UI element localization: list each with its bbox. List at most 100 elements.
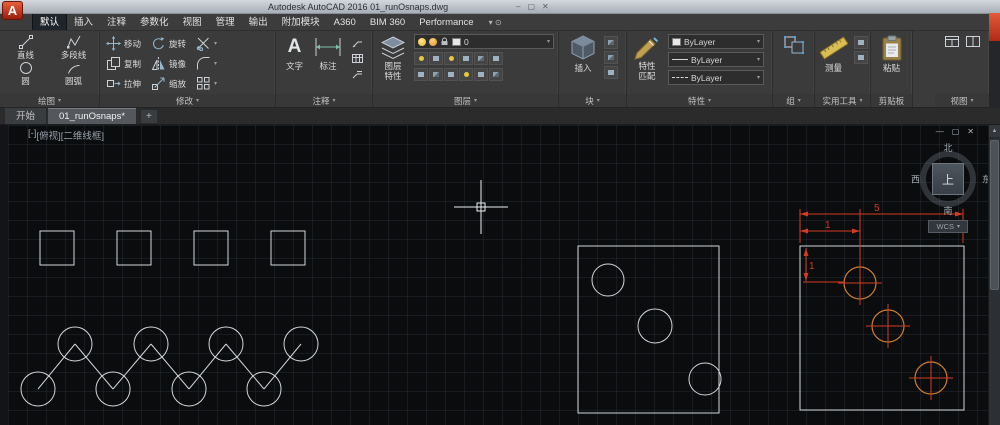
create-block-icon[interactable] bbox=[604, 51, 618, 64]
layer-properties-button[interactable]: 图层特性 bbox=[377, 34, 409, 83]
layer-state-icon[interactable] bbox=[489, 52, 503, 65]
scale-tool[interactable]: 缩放 bbox=[149, 74, 188, 93]
autocad-logo-icon[interactable]: A bbox=[2, 1, 23, 20]
trim-tool[interactable]: ▾ bbox=[194, 34, 219, 53]
layer-state-icon[interactable] bbox=[459, 68, 473, 81]
panel-groups-dropdown[interactable]: 组▾ bbox=[773, 94, 814, 107]
match-properties-icon bbox=[633, 35, 661, 61]
lineweight-sample bbox=[672, 59, 688, 60]
layer-select[interactable]: 0 ▾ bbox=[414, 34, 554, 49]
viewport-visual-style-control[interactable]: [二维线框] bbox=[61, 128, 104, 142]
layer-state-icon[interactable] bbox=[429, 68, 443, 81]
fillet-tool[interactable]: ▾ bbox=[194, 54, 219, 73]
measure-button[interactable]: 测量 bbox=[818, 34, 850, 75]
panel-block-dropdown[interactable]: 块▾ bbox=[559, 94, 626, 107]
file-tab-start[interactable]: 开始 bbox=[5, 106, 46, 124]
block-attributes-icon[interactable] bbox=[604, 66, 618, 79]
viewcube-north-label[interactable]: 北 bbox=[943, 141, 952, 154]
file-tab-document[interactable]: 01_runOsnaps* bbox=[48, 108, 136, 124]
mirror-tool[interactable]: 镜像 bbox=[149, 54, 188, 73]
quick-select-icon[interactable] bbox=[854, 36, 868, 49]
tab-parametric[interactable]: 参数化 bbox=[133, 12, 176, 30]
layer-state-icon[interactable] bbox=[474, 68, 488, 81]
insert-block-icon bbox=[569, 35, 597, 61]
tab-annotate[interactable]: 注释 bbox=[100, 12, 133, 30]
scroll-up-icon[interactable]: ▲ bbox=[989, 125, 1000, 138]
layer-state-icon[interactable] bbox=[444, 52, 458, 65]
copy-tool[interactable]: 复制 bbox=[104, 54, 143, 73]
panel-layers-dropdown[interactable]: 图层▾ bbox=[373, 94, 558, 107]
stretch-tool[interactable]: 拉伸 bbox=[104, 74, 143, 93]
tab-output[interactable]: 输出 bbox=[242, 12, 275, 30]
tab-bim360[interactable]: BIM 360 bbox=[363, 15, 412, 30]
text-tool[interactable]: A 文字 bbox=[284, 34, 305, 73]
doc-minimize-icon[interactable]: — bbox=[936, 127, 944, 136]
edit-block-icon[interactable] bbox=[604, 36, 618, 49]
arc-tool-label: 圆弧 bbox=[65, 76, 82, 86]
close-icon[interactable]: ✕ bbox=[542, 3, 549, 11]
minimize-icon[interactable]: – bbox=[516, 3, 520, 11]
doc-restore-icon[interactable]: ▢ bbox=[952, 127, 960, 136]
polyline-tool[interactable]: 多段线 bbox=[54, 34, 94, 60]
tab-insert[interactable]: 插入 bbox=[67, 12, 100, 30]
tab-manage[interactable]: 管理 bbox=[209, 12, 242, 30]
dimension-tool[interactable]: 标注 bbox=[311, 34, 345, 73]
viewcube-west-label[interactable]: 西 bbox=[911, 173, 920, 186]
maximize-icon[interactable]: ▢ bbox=[527, 3, 535, 11]
viewport-menu-control[interactable]: [-] bbox=[28, 128, 36, 142]
layer-state-icon[interactable] bbox=[429, 52, 443, 65]
mirror-tool-label: 镜像 bbox=[169, 58, 186, 70]
match-properties-button[interactable]: 特性匹配 bbox=[631, 34, 663, 83]
viewcube-top-face[interactable]: 上 bbox=[932, 163, 964, 195]
new-drawing-tab-button[interactable]: + bbox=[141, 110, 157, 123]
layer-state-icon[interactable] bbox=[489, 68, 503, 81]
group-button[interactable] bbox=[781, 34, 807, 56]
layer-state-icon[interactable] bbox=[459, 52, 473, 65]
line-tool[interactable]: 直线 bbox=[6, 34, 46, 60]
layer-state-icon[interactable] bbox=[414, 52, 428, 65]
wcs-selector[interactable]: WCS▾ bbox=[928, 220, 968, 233]
tab-a360[interactable]: A360 bbox=[327, 15, 363, 30]
tab-addins[interactable]: 附加模块 bbox=[275, 12, 327, 30]
viewcube-south-label[interactable]: 南 bbox=[943, 204, 952, 217]
panel-draw-dropdown[interactable]: 绘图▾ bbox=[0, 94, 99, 107]
lineweight-select[interactable]: ByLayer ▾ bbox=[668, 52, 764, 67]
paste-button[interactable]: 粘贴 bbox=[878, 34, 906, 75]
layer-state-icon[interactable] bbox=[414, 68, 428, 81]
multileader-icon[interactable] bbox=[351, 68, 364, 81]
tab-view[interactable]: 视图 bbox=[176, 12, 209, 30]
viewport-config-icon[interactable] bbox=[965, 34, 981, 49]
move-tool[interactable]: 移动 bbox=[104, 34, 143, 53]
viewport-view-control[interactable]: [俯视] bbox=[36, 128, 60, 142]
linetype-select[interactable]: ByLayer ▾ bbox=[668, 70, 764, 85]
circle-tool[interactable]: 圆 bbox=[6, 60, 46, 86]
panel-annotate-dropdown[interactable]: 注释▾ bbox=[276, 94, 372, 107]
rotate-tool[interactable]: 旋转 bbox=[149, 34, 188, 53]
arc-tool[interactable]: 圆弧 bbox=[54, 60, 94, 86]
ribbon-collapse-icon[interactable]: ▾ ⊙ bbox=[489, 18, 502, 30]
titlebar-window-controls: – ▢ ✕ bbox=[516, 3, 549, 11]
viewcube-east-label[interactable]: 东 bbox=[982, 173, 988, 186]
panel-modify-dropdown[interactable]: 修改▾ bbox=[100, 94, 275, 107]
table-icon[interactable] bbox=[351, 52, 364, 65]
scale-tool-label: 缩放 bbox=[169, 78, 186, 90]
panel-view-dropdown[interactable]: 视图▾ bbox=[935, 94, 989, 107]
text-icon: A bbox=[288, 35, 302, 59]
named-views-icon[interactable] bbox=[944, 34, 960, 49]
layer-state-icon[interactable] bbox=[444, 68, 458, 81]
insert-block-button[interactable]: 插入 bbox=[567, 34, 599, 75]
array-tool[interactable]: ▾ bbox=[194, 74, 219, 93]
viewcube[interactable]: 上 北 西 南 东 bbox=[911, 142, 985, 216]
quick-calc-icon[interactable] bbox=[854, 51, 868, 64]
panel-properties-dropdown[interactable]: 特性▾ bbox=[627, 94, 772, 107]
model-space-canvas[interactable]: 511 [-] [俯视] [二维线框] — ▢ ✕ 上 北 西 南 东 WCS▾ bbox=[8, 125, 988, 425]
tab-performance[interactable]: Performance bbox=[412, 15, 480, 30]
panel-modify: 移动 复制 拉伸 旋转 镜像 缩放 ▾ ▾ ▾ 修改▾ bbox=[100, 31, 276, 107]
scrollbar-thumb[interactable] bbox=[990, 140, 999, 290]
layer-state-icon[interactable] bbox=[474, 52, 488, 65]
vertical-scrollbar[interactable]: ▲ bbox=[988, 125, 1000, 425]
doc-close-icon[interactable]: ✕ bbox=[967, 127, 974, 136]
leader-icon[interactable] bbox=[351, 36, 364, 49]
panel-utilities-dropdown[interactable]: 实用工具▾ bbox=[815, 94, 870, 107]
object-color-select[interactable]: ByLayer ▾ bbox=[668, 34, 764, 49]
